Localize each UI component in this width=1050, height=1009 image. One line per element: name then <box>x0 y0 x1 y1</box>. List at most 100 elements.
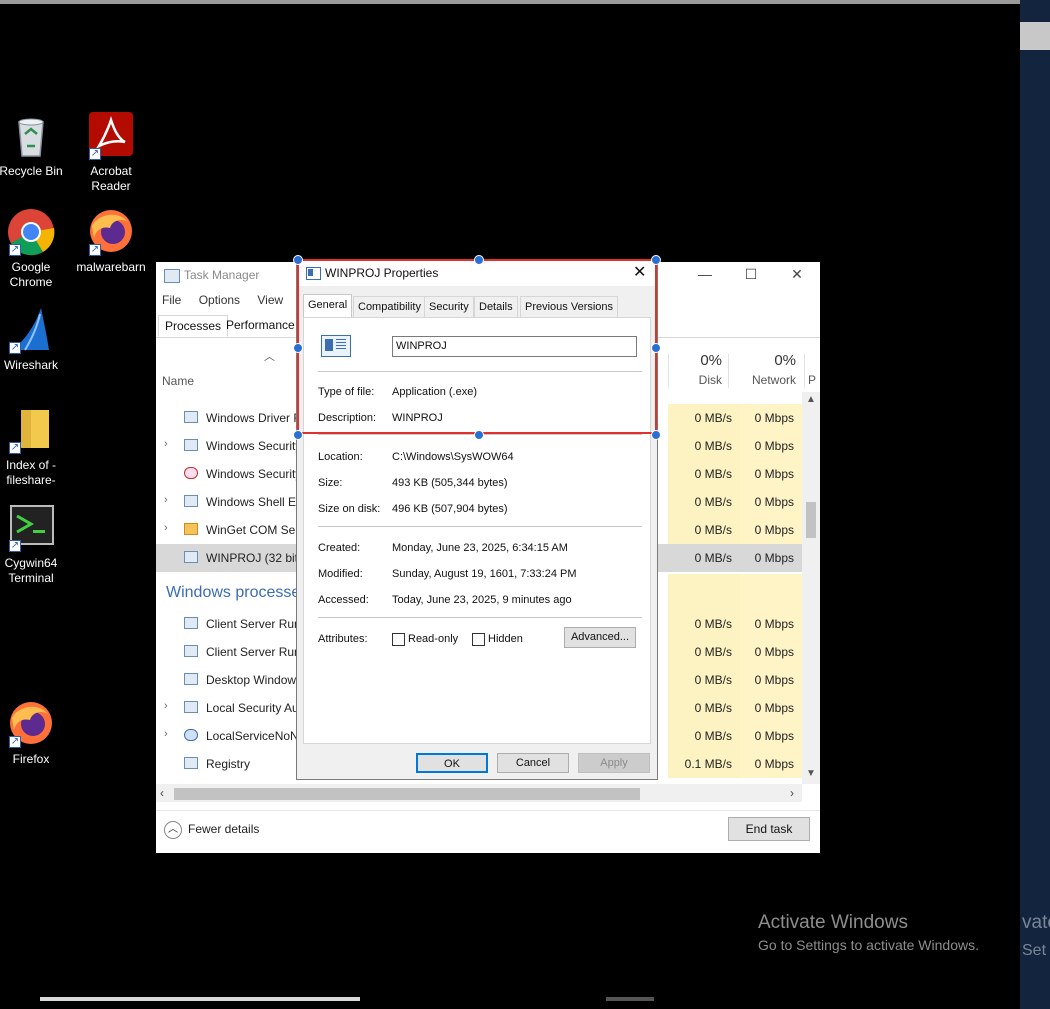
shortcut-arrow-icon: ↗ <box>89 244 101 256</box>
read-only-checkbox[interactable] <box>392 633 405 646</box>
created-value: Monday, June 23, 2025, 6:34:15 AM <box>392 542 568 554</box>
expand-chevron-icon[interactable]: › <box>164 438 168 450</box>
folder-icon: ↗ <box>7 406 55 454</box>
expand-chevron-icon[interactable]: › <box>164 728 168 740</box>
scroll-left-icon[interactable]: ‹ <box>160 786 164 800</box>
resize-handle-top-right[interactable] <box>651 255 661 265</box>
column-header-network[interactable]: Network <box>728 373 796 387</box>
scroll-right-icon[interactable]: › <box>790 786 794 800</box>
shortcut-arrow-icon: ↗ <box>9 342 21 354</box>
expand-chevron-icon[interactable]: › <box>164 494 168 506</box>
hidden-checkbox[interactable] <box>472 633 485 646</box>
selection-annotation-box[interactable] <box>293 255 661 440</box>
end-task-button[interactable]: End task <box>728 817 810 841</box>
desktop-icon-wireshark[interactable]: ↗ Wireshark <box>0 306 69 373</box>
process-name: Windows Driver F <box>206 411 301 425</box>
maximize-icon[interactable]: ☐ <box>736 266 766 283</box>
resize-handle-bottom-left[interactable] <box>293 430 303 440</box>
process-name: Registry <box>206 757 251 771</box>
menu-view[interactable]: View <box>257 293 283 307</box>
desktop-icon-label: Recycle Bin <box>0 164 63 178</box>
desktop-icon-index-of-fileshare[interactable]: ↗ Index of -fileshare- <box>0 406 69 488</box>
network-value: 0 Mbps <box>740 404 802 432</box>
resize-handle-top[interactable] <box>474 255 484 265</box>
disk-value: 0 MB/s <box>668 544 740 572</box>
bottom-scroll-indicator-2 <box>606 997 654 1001</box>
process-icon <box>184 411 198 423</box>
panel-tab[interactable] <box>1020 22 1050 50</box>
divider <box>318 617 642 618</box>
modified-value: Sunday, August 19, 1601, 7:33:24 PM <box>392 568 577 580</box>
scroll-down-icon[interactable]: ▼ <box>802 768 820 779</box>
expand-chevron-icon[interactable]: › <box>164 700 168 712</box>
network-value: 0 Mbps <box>740 460 802 488</box>
desktop-icon-firefox[interactable]: ↗ Firefox <box>0 700 69 767</box>
tab-performance[interactable]: Performance <box>220 315 301 335</box>
size-value: 493 KB (505,344 bytes) <box>392 477 508 489</box>
shortcut-arrow-icon: ↗ <box>9 540 21 552</box>
desktop-icon-malwarebarn[interactable]: ↗ malwarebarn <box>73 208 149 275</box>
network-value: 0 Mbps <box>740 544 802 572</box>
resize-handle-top-left[interactable] <box>293 255 303 265</box>
scroll-up-icon[interactable]: ▲ <box>802 394 820 405</box>
desktop-icon-cygwin64-terminal[interactable]: ↗ Cygwin64 Terminal <box>0 504 69 586</box>
resize-handle-bottom[interactable] <box>474 430 484 440</box>
firefox-icon: ↗ <box>87 208 135 256</box>
group-header-windows-processes[interactable]: Windows processe <box>166 584 300 602</box>
apply-button[interactable]: Apply <box>578 753 650 773</box>
read-only-label: Read-only <box>408 633 459 645</box>
network-value: 0 Mbps <box>740 638 802 666</box>
disk-value: 0 MB/s <box>668 488 740 516</box>
vertical-scrollbar[interactable]: ▲ ▼ <box>802 392 820 784</box>
desktop-icon-google-chrome[interactable]: ↗ Google Chrome <box>0 208 69 290</box>
menu-options[interactable]: Options <box>199 293 240 307</box>
watermark-subtitle: Go to Settings to activate Windows. <box>758 937 979 953</box>
expand-chevron-icon[interactable]: › <box>164 522 168 534</box>
desktop-icon-acrobat-reader[interactable]: ↗ Acrobat Reader <box>73 112 149 194</box>
resize-handle-bottom-right[interactable] <box>651 430 661 440</box>
ok-button[interactable]: OK <box>416 753 488 773</box>
column-header-power[interactable]: P <box>808 373 818 387</box>
advanced-button[interactable]: Advanced... <box>564 627 636 648</box>
shortcut-arrow-icon: ↗ <box>89 148 101 160</box>
process-icon <box>184 757 198 769</box>
minimize-icon[interactable]: — <box>690 266 720 282</box>
resize-handle-left[interactable] <box>293 343 303 353</box>
activate-windows-watermark: Activate Windows Go to Settings to activ… <box>758 912 979 953</box>
menu-file[interactable]: File <box>162 293 181 307</box>
accessed-label: Accessed: <box>318 594 369 606</box>
process-name: Client Server Run <box>206 645 301 659</box>
sort-arrow-icon[interactable]: ︿ <box>264 348 275 364</box>
resize-handle-right[interactable] <box>651 343 661 353</box>
size-on-disk-value: 496 KB (507,904 bytes) <box>392 503 508 515</box>
disk-value: 0 MB/s <box>668 516 740 544</box>
column-header-name[interactable]: Name <box>162 374 194 388</box>
close-icon[interactable]: ✕ <box>782 266 812 283</box>
shield-icon <box>184 467 198 479</box>
network-value: 0 Mbps <box>740 722 802 750</box>
disk-value: 0 MB/s <box>668 610 740 638</box>
task-manager-title: Task Manager <box>184 268 260 282</box>
column-header-disk[interactable]: Disk <box>668 373 722 387</box>
process-icon <box>184 673 198 685</box>
disk-value: 0 MB/s <box>668 432 740 460</box>
task-manager-menubar: File Options View <box>162 293 297 307</box>
desktop-icon-recycle-bin[interactable]: Recycle Bin <box>0 112 69 179</box>
scrollbar-thumb[interactable] <box>174 788 640 800</box>
chrome-icon: ↗ <box>7 208 55 256</box>
desktop-icon-label: Google Chrome <box>9 260 53 289</box>
tab-processes[interactable]: Processes <box>158 315 229 337</box>
fewer-details-button[interactable]: ︿ Fewer details <box>164 821 259 839</box>
horizontal-scrollbar[interactable]: ‹ › <box>156 784 802 802</box>
watermark-title: Activate Windows <box>758 912 908 933</box>
network-value: 0 Mbps <box>740 488 802 516</box>
disk-value: 0 MB/s <box>668 722 740 750</box>
task-manager-icon <box>164 269 180 283</box>
cancel-button[interactable]: Cancel <box>497 753 569 773</box>
desktop-icon-label: Cygwin64 Terminal <box>4 556 58 585</box>
network-value: 0 Mbps <box>740 432 802 460</box>
shortcut-arrow-icon: ↗ <box>9 442 21 454</box>
watermark-clipped-title: vate <box>1022 912 1050 933</box>
scrollbar-thumb[interactable] <box>806 502 816 538</box>
disk-cell-empty <box>668 574 740 610</box>
